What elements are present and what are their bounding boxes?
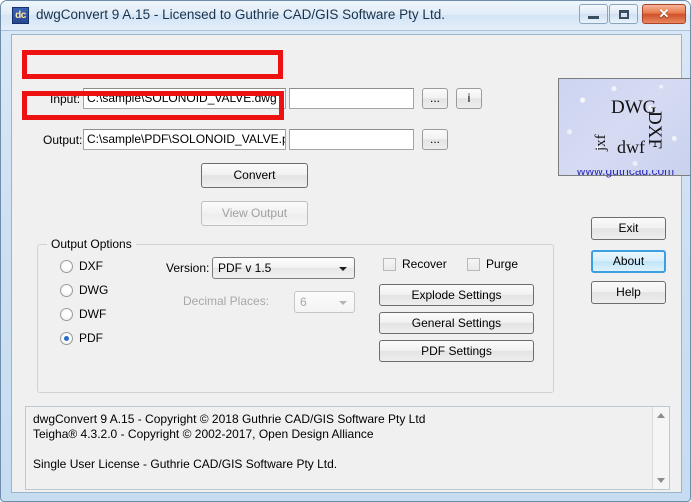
radio-pdf-label: PDF — [79, 331, 103, 345]
convert-button[interactable]: Convert — [201, 163, 308, 188]
decimal-places-select: 6 — [294, 291, 355, 313]
view-output-button: View Output — [201, 201, 308, 226]
chevron-down-icon — [339, 301, 347, 305]
radio-dxf-label: DXF — [79, 259, 103, 273]
app-icon: dc — [12, 7, 29, 24]
input-path-field[interactable]: C:\sample\SOLONOID_VALVE.dwg — [83, 88, 286, 109]
general-settings-button[interactable]: General Settings — [379, 312, 534, 334]
output-secondary-field[interactable] — [289, 129, 414, 150]
scroll-up-icon[interactable] — [653, 407, 670, 424]
checkbox-recover-indicator — [383, 258, 396, 271]
radio-dxf-indicator — [60, 260, 73, 273]
logo-word-dwf: dwf — [617, 137, 645, 157]
input-info-button[interactable]: i — [456, 88, 482, 109]
version-label: Version: — [166, 261, 210, 275]
decimal-places-value: 6 — [300, 295, 307, 309]
maximize-button[interactable] — [609, 4, 638, 24]
scroll-down-icon[interactable] — [653, 472, 670, 489]
minimize-icon — [588, 16, 599, 19]
output-label: Output: — [43, 133, 83, 147]
about-button[interactable]: About — [591, 250, 666, 273]
input-browse-button[interactable]: ... — [422, 88, 448, 109]
output-browse-button[interactable]: ... — [422, 129, 448, 150]
version-select-value: PDF v 1.5 — [218, 261, 272, 275]
status-log-scrollbar[interactable] — [652, 407, 669, 489]
maximize-icon — [619, 10, 629, 19]
logo-word-jxf: jxf — [593, 134, 609, 151]
exit-button[interactable]: Exit — [591, 217, 666, 240]
close-button[interactable]: ✕ — [642, 4, 686, 24]
radio-dwf-indicator — [60, 308, 73, 321]
radio-dwf-label: DWF — [79, 307, 107, 321]
input-label: Input: — [50, 92, 81, 106]
radio-pdf-indicator — [60, 332, 73, 345]
status-log-text: dwgConvert 9 A.15 - Copyright © 2018 Gut… — [33, 412, 426, 471]
client-area: Input: C:\sample\SOLONOID_VALVE.dwg ... … — [11, 34, 690, 493]
chevron-down-icon — [339, 267, 347, 271]
output-path-field[interactable]: C:\sample\PDF\SOLONOID_VALVE.pdf — [83, 129, 286, 150]
decimal-places-label: Decimal Places: — [183, 294, 270, 308]
version-select[interactable]: PDF v 1.5 — [212, 257, 355, 279]
minimize-button[interactable] — [579, 4, 608, 24]
product-website-text: www.guthcad.com — [576, 170, 675, 178]
checkbox-purge-label: Purge — [486, 257, 519, 271]
product-website-link[interactable]: www.guthcad.com — [563, 170, 688, 182]
application-window: dc dwgConvert 9 A.15 - Licensed to Guthr… — [0, 0, 691, 502]
help-button[interactable]: Help — [591, 281, 666, 304]
checkbox-purge-indicator — [467, 258, 480, 271]
logo-word-dxf: DXF — [644, 111, 665, 150]
checkbox-recover-label: Recover — [402, 257, 447, 271]
explode-settings-button[interactable]: Explode Settings — [379, 284, 534, 306]
pdf-settings-button[interactable]: PDF Settings — [379, 340, 534, 362]
output-options-legend: Output Options — [47, 237, 136, 251]
radio-dwg-indicator — [60, 284, 73, 297]
window-title: dwgConvert 9 A.15 - Licensed to Guthrie … — [36, 7, 445, 22]
radio-dwg-label: DWG — [79, 283, 109, 297]
status-log-panel: dwgConvert 9 A.15 - Copyright © 2018 Gut… — [25, 406, 670, 490]
product-logo: DWG dwf DXF jxf — [558, 78, 690, 176]
title-bar: dc dwgConvert 9 A.15 - Licensed to Guthr… — [1, 1, 690, 31]
logo-background — [559, 79, 690, 175]
input-secondary-field[interactable] — [289, 88, 414, 109]
